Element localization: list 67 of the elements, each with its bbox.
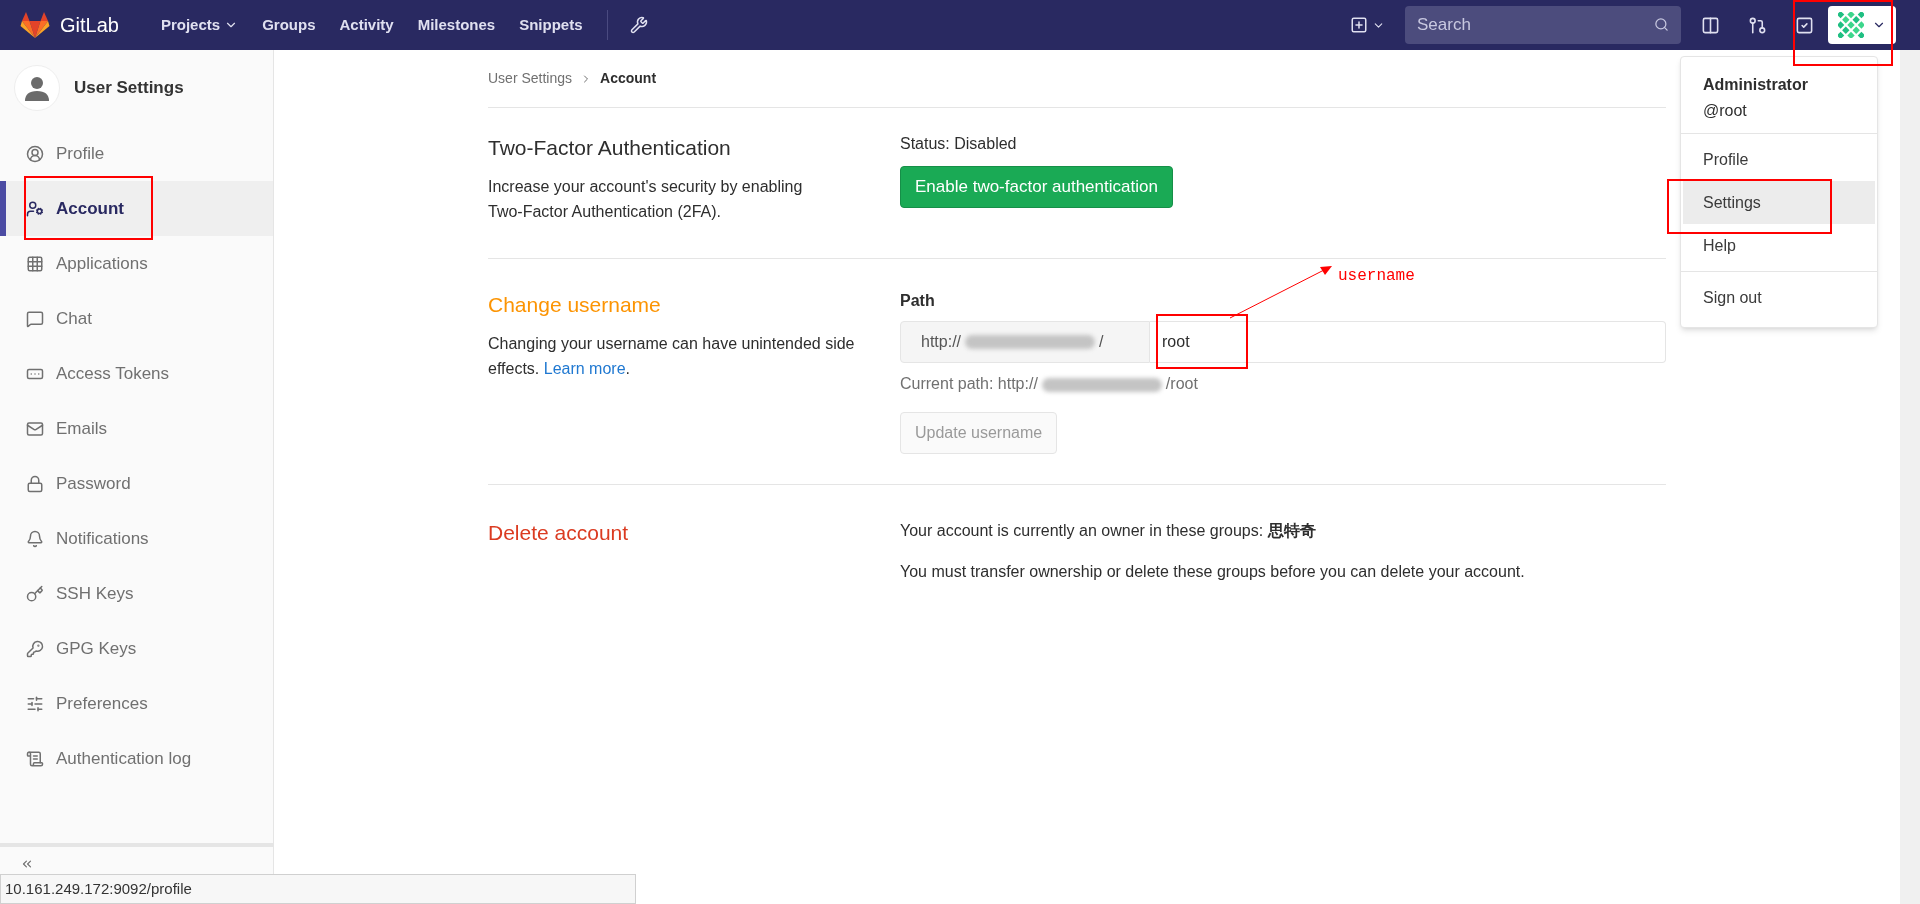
sidebar-item[interactable]: Chat <box>0 291 273 346</box>
sidebar-item[interactable]: Access Tokens <box>0 346 273 401</box>
user-handle: @root <box>1703 101 1748 121</box>
user-circle-icon <box>26 144 44 163</box>
breadcrumb-link[interactable]: Account <box>600 68 657 89</box>
identicon-icon <box>1838 12 1864 38</box>
breadcrumb-link[interactable]: User Settings <box>488 68 573 89</box>
merge-request-icon[interactable] <box>1748 15 1767 35</box>
section-description: Changing your username can have unintended side effects. Learn more. <box>488 333 856 379</box>
sliders-icon <box>26 694 44 713</box>
menu-item[interactable]: Sign out <box>1683 276 1875 319</box>
sidebar-title: User Settings <box>74 77 184 100</box>
username-field[interactable]: root <box>1150 321 1666 363</box>
user-gear-icon <box>26 199 44 218</box>
brand-name[interactable]: GitLab <box>60 10 119 40</box>
plus-icon <box>1350 16 1368 34</box>
key-icon <box>26 639 44 658</box>
learn-more-link[interactable]: Learn more <box>543 359 626 377</box>
sidebar-item[interactable]: GPG Keys <box>0 621 273 676</box>
menu-item[interactable]: Profile <box>1683 138 1875 181</box>
chat-bubble-icon <box>26 309 44 328</box>
list-icon <box>26 749 44 768</box>
sidebar-item[interactable]: Authentication log <box>0 731 273 786</box>
new-item-button[interactable] <box>1350 16 1385 34</box>
section-title: Change username <box>488 292 662 318</box>
section-title: Two-Factor Authentication <box>488 135 732 161</box>
section-title: Delete account <box>488 520 630 546</box>
nav-link[interactable]: Milestones <box>405 13 508 37</box>
avatar-icon <box>14 65 60 111</box>
avatar-button[interactable] <box>1828 6 1896 44</box>
field-label: Path <box>900 291 936 311</box>
path-prefix: http:// / <box>900 321 1150 363</box>
search-field[interactable]: Search <box>1405 6 1681 44</box>
envelope-icon <box>26 419 44 438</box>
owner-groups-text: Your account is currently an owner in these groups: 思特奇 <box>900 521 1317 541</box>
section-description: Increase your account's security by enabling Two-Factor Authentication (2FA). <box>488 176 804 222</box>
grid-icon <box>26 254 44 273</box>
current-path-text: Current path: http:// /root <box>900 374 1199 394</box>
sidebar-item[interactable]: Applications <box>0 236 273 291</box>
wrench-icon[interactable] <box>629 16 648 34</box>
sidebar-item[interactable]: Notifications <box>0 511 273 566</box>
status-url: 10.161.249.172:9092/profile <box>5 878 192 899</box>
user-name: Administrator <box>1703 75 1809 95</box>
sidebar-item[interactable]: Password <box>0 456 273 511</box>
status-text: Status: Disabled <box>900 134 1018 154</box>
fox-logo-icon[interactable] <box>20 11 50 39</box>
nav-link[interactable]: Projects <box>148 13 251 37</box>
nav-link[interactable]: Snippets <box>507 13 595 37</box>
lock-icon <box>26 474 44 493</box>
search-icon <box>1654 17 1669 32</box>
transfer-note: You must transfer ownership or delete these groups before you can delete your account. <box>900 562 1525 582</box>
nav-link[interactable]: Activity <box>327 13 406 37</box>
sidebar-item[interactable]: Preferences <box>0 676 273 731</box>
bell-icon <box>26 529 44 548</box>
annotation-label: username <box>1338 266 1415 287</box>
sidebar-item[interactable]: Account <box>0 181 273 236</box>
todo-check-icon[interactable] <box>1795 15 1814 35</box>
sidebar-item[interactable]: SSH Keys <box>0 566 273 621</box>
sidebar-item[interactable]: Profile <box>0 126 273 181</box>
menu-item[interactable]: Settings <box>1683 181 1875 224</box>
sidebar-item[interactable]: Emails <box>0 401 273 456</box>
nav-link[interactable]: Groups <box>250 13 328 37</box>
panels-icon[interactable] <box>1701 15 1720 35</box>
menu-item[interactable]: Help <box>1683 224 1875 267</box>
key-icon <box>26 584 44 603</box>
double-chevron-icon[interactable] <box>20 857 34 871</box>
enable-2fa-button[interactable]: Enable two-factor authentication <box>900 166 1173 208</box>
